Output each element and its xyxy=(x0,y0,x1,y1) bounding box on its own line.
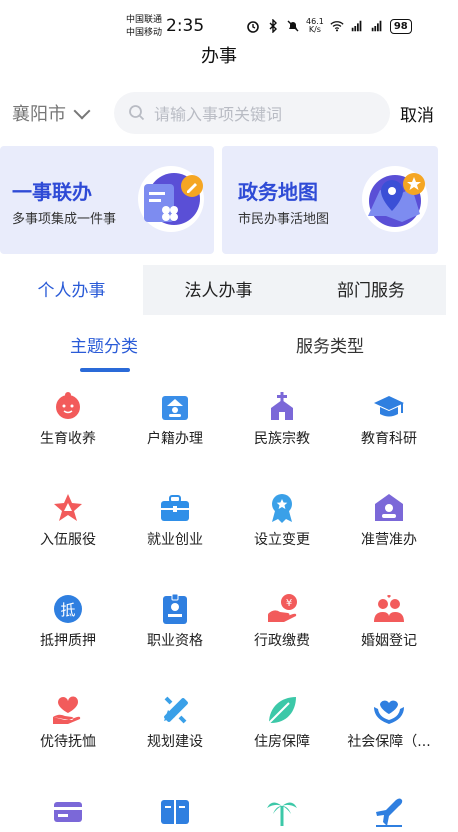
grid-item-label: 户籍办理 xyxy=(147,431,203,447)
documents-icon xyxy=(138,166,204,232)
carrier-1: 中国联通 xyxy=(126,15,163,25)
grid-item[interactable] xyxy=(334,794,444,832)
payment-icon: ¥ xyxy=(268,594,297,622)
card-title: 一事联办 xyxy=(12,180,92,204)
status-time: 2:35 xyxy=(166,16,205,36)
main-tabs: 个人办事 法人办事 部门服务 xyxy=(0,265,446,315)
care-hand-icon xyxy=(53,696,81,724)
grid-item[interactable]: 住房保障 xyxy=(227,693,337,751)
card-subtitle: 多事项集成一件事 xyxy=(12,212,117,227)
grid-item-label: 规划建设 xyxy=(147,734,203,750)
palm-tree-icon xyxy=(267,802,297,826)
search-row: 襄阳市 请输入事项关键词 取消 xyxy=(0,92,458,136)
carrier-info: 中国联通 中国移动 xyxy=(126,14,162,40)
alarm-icon xyxy=(247,21,259,33)
card-icon xyxy=(54,802,82,822)
tab-legal-person[interactable]: 法人办事 xyxy=(147,265,290,315)
briefcase-icon xyxy=(161,495,189,521)
grid-item[interactable]: 规划建设 xyxy=(120,693,230,751)
badge-icon xyxy=(272,494,292,523)
mortgage-icon: 抵 xyxy=(54,595,82,623)
graduation-cap-icon xyxy=(374,396,404,417)
map-pin-icon xyxy=(362,166,428,232)
leaf-icon xyxy=(268,697,296,724)
grid-item[interactable]: 婚姻登记 xyxy=(334,592,444,650)
page-title: 办事 xyxy=(201,46,237,67)
carrier-2: 中国移动 xyxy=(126,28,163,38)
tab-personal[interactable]: 个人办事 xyxy=(0,265,143,315)
grid-item-label: 婚姻登记 xyxy=(361,633,417,649)
svg-text:¥: ¥ xyxy=(286,598,292,609)
grid-item-label: 社会保障（... xyxy=(347,734,431,750)
grid-item-label: 教育科研 xyxy=(361,431,417,447)
subtab-service-type[interactable]: 服务类型 xyxy=(296,332,364,357)
grid-item[interactable]: 优待抚恤 xyxy=(13,693,123,751)
bluetooth-icon xyxy=(269,19,277,33)
net-speed-unit: K/s xyxy=(308,25,321,34)
card-one-stop-service[interactable]: 一事联办 多事项集成一件事 xyxy=(0,146,214,254)
wifi-icon xyxy=(330,21,344,32)
signal-5g-icon xyxy=(351,20,362,32)
grid-item-label: 优待抚恤 xyxy=(40,734,96,750)
grid-item-label: 抵押质押 xyxy=(40,633,96,649)
grid-item-label: 职业资格 xyxy=(147,633,203,649)
grid-item-label: 民族宗教 xyxy=(254,431,310,447)
grid-item[interactable] xyxy=(227,794,337,832)
airplane-icon xyxy=(376,798,403,827)
grid-item[interactable]: 民族宗教 xyxy=(227,390,337,448)
grid-item-label: 生育收养 xyxy=(40,431,96,447)
book-icon xyxy=(161,800,189,824)
city-selector[interactable]: 襄阳市 xyxy=(12,100,91,126)
grid-item-label: 设立变更 xyxy=(254,532,310,548)
grid-item-label: 行政缴费 xyxy=(254,633,310,649)
grid-item[interactable]: 教育科研 xyxy=(334,390,444,448)
couple-icon xyxy=(374,594,404,622)
battery-indicator: 98 xyxy=(389,18,412,34)
subtab-theme[interactable]: 主题分类 xyxy=(70,332,138,357)
grid-item[interactable]: 职业资格 xyxy=(120,592,230,650)
net-speed: 46.1 K/s xyxy=(306,18,324,34)
grid-item[interactable]: 准营准办 xyxy=(334,491,444,549)
grid-item-label: 住房保障 xyxy=(254,734,310,750)
signal-4g-icon xyxy=(371,20,382,32)
search-placeholder: 请输入事项关键词 xyxy=(154,105,283,124)
city-label: 襄阳市 xyxy=(12,104,66,125)
sub-tabs: 主题分类 服务类型 xyxy=(0,318,458,374)
grid-item[interactable]: 社会保障（... xyxy=(334,693,444,751)
card-subtitle: 市民办事活地图 xyxy=(238,212,330,227)
grid-item[interactable]: 就业创业 xyxy=(120,491,230,549)
id-card-icon xyxy=(163,593,187,624)
grid-item[interactable]: 户籍办理 xyxy=(120,390,230,448)
household-icon xyxy=(162,396,188,420)
license-icon xyxy=(375,494,403,521)
search-icon xyxy=(129,105,145,121)
baby-icon xyxy=(56,392,80,419)
grid-item[interactable]: 生育收养 xyxy=(13,390,123,448)
grid-item[interactable]: 入伍服役 xyxy=(13,491,123,549)
status-bar: 中国联通 中国移动 2:35 46.1 K/s 98 xyxy=(0,0,458,40)
grid-item-label: 就业创业 xyxy=(147,532,203,548)
tab-department[interactable]: 部门服务 xyxy=(296,265,446,315)
grid-item[interactable]: ¥ 行政缴费 xyxy=(227,592,337,650)
ruler-pencil-icon xyxy=(164,696,188,724)
social-security-icon xyxy=(374,700,404,724)
grid-item-label: 入伍服役 xyxy=(40,532,96,548)
cancel-button[interactable]: 取消 xyxy=(400,101,434,126)
search-input[interactable]: 请输入事项关键词 xyxy=(114,92,390,134)
card-government-map[interactable]: 政务地图 市民办事活地图 xyxy=(222,146,438,254)
mute-icon xyxy=(287,20,299,32)
army-star-icon xyxy=(54,494,82,521)
svg-text:抵: 抵 xyxy=(60,601,75,619)
grid-item[interactable]: 抵抵押质押 xyxy=(13,592,123,650)
card-title: 政务地图 xyxy=(238,180,318,204)
system-icons: 46.1 K/s 98 xyxy=(246,16,412,36)
grid-item[interactable] xyxy=(13,794,123,832)
church-icon xyxy=(271,392,293,420)
grid-item[interactable]: 设立变更 xyxy=(227,491,337,549)
grid-item[interactable] xyxy=(120,794,230,832)
active-tab-indicator xyxy=(80,368,130,372)
chevron-down-icon xyxy=(73,102,91,119)
grid-item-label: 准营准办 xyxy=(361,532,417,548)
